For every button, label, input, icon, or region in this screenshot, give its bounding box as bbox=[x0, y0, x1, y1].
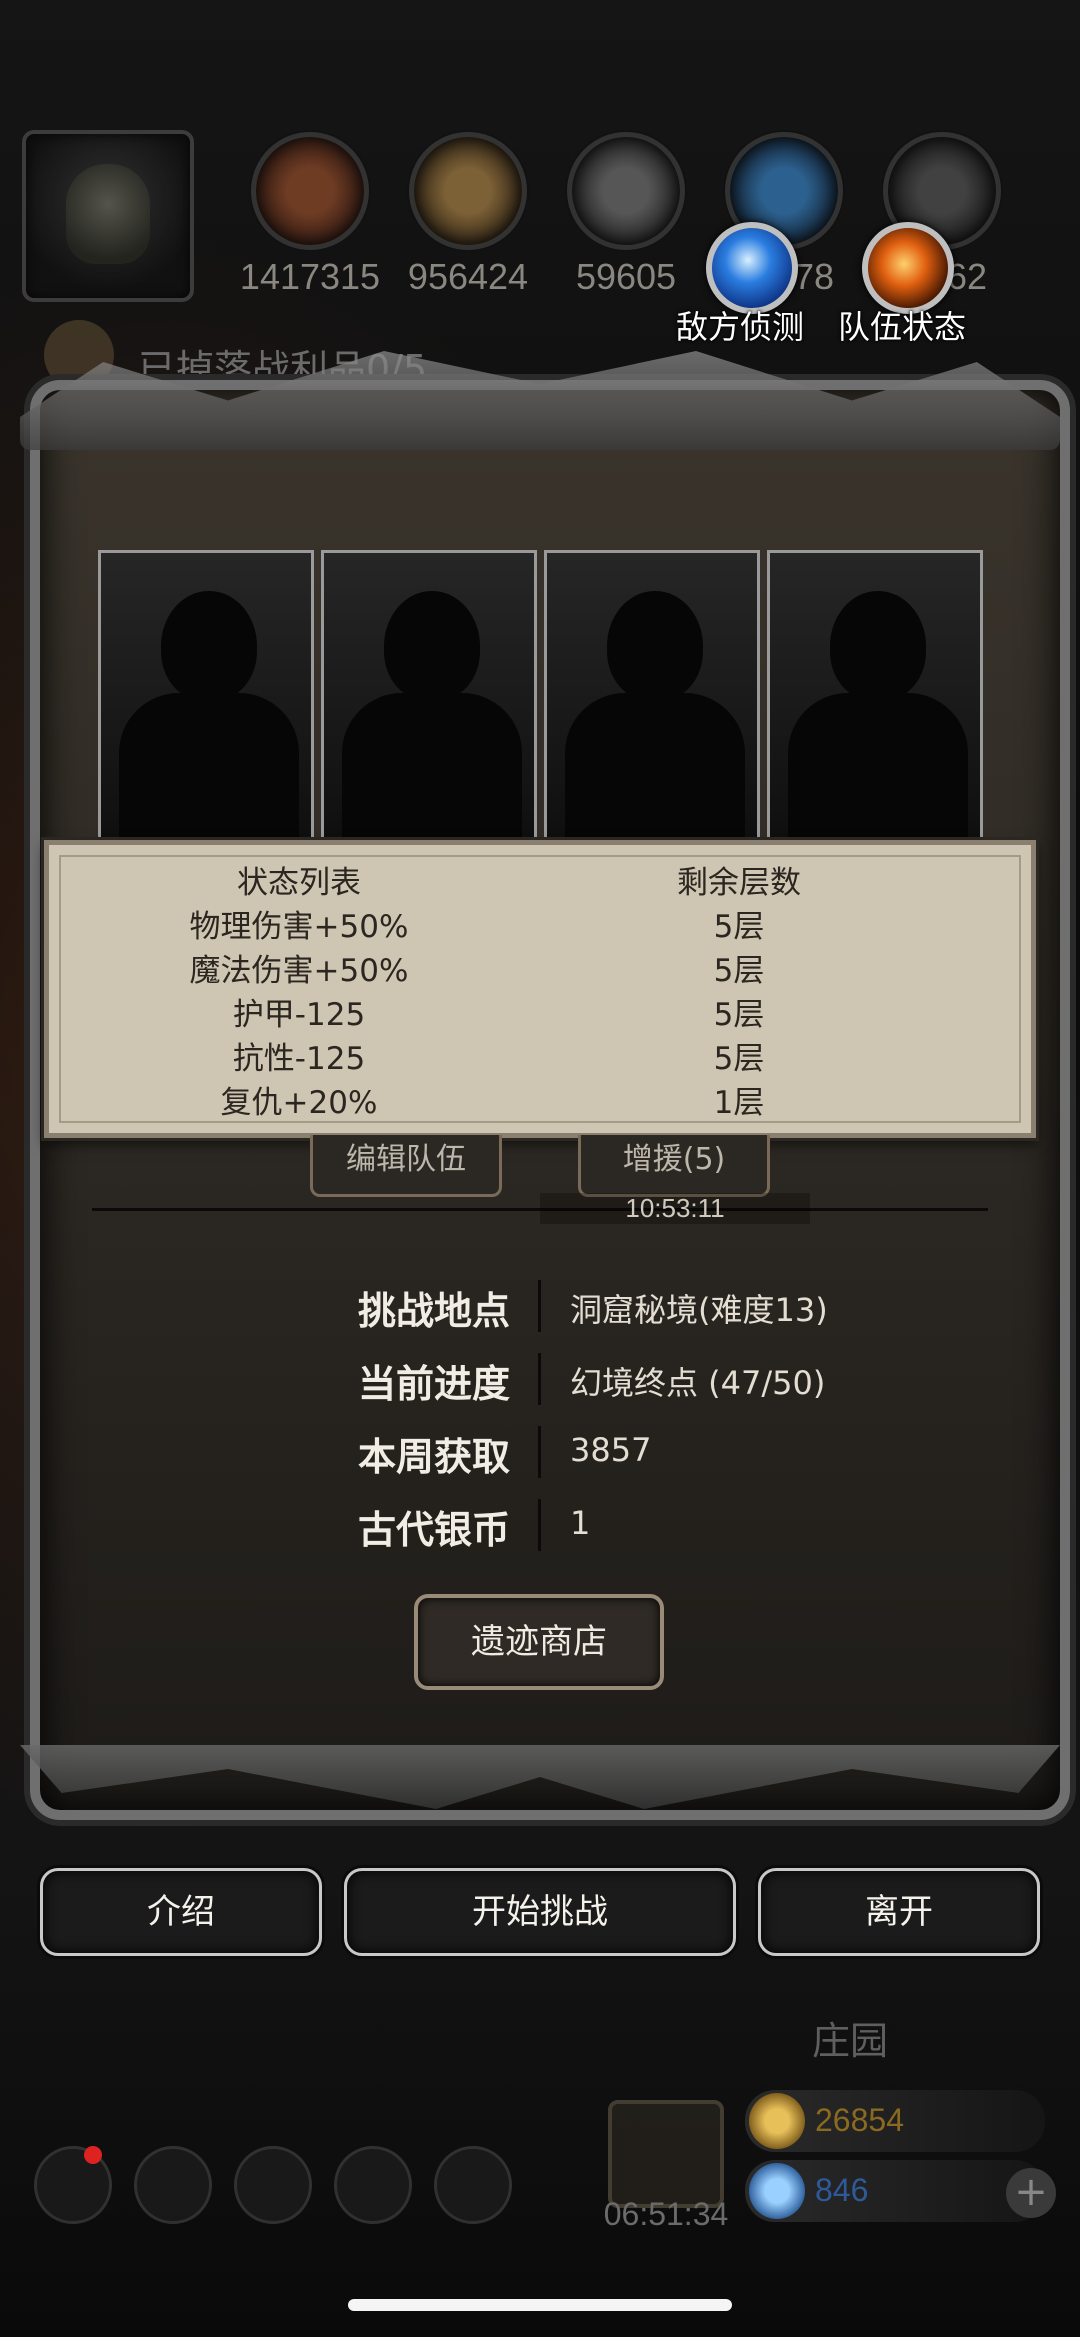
gold-amount: 26854 bbox=[815, 2102, 904, 2138]
silhouette-body bbox=[119, 693, 299, 840]
resource-iron: 59605 bbox=[546, 132, 706, 298]
info-key-location: 挑战地点 bbox=[357, 1289, 510, 1333]
enemy-scout-icon[interactable] bbox=[706, 222, 798, 314]
reinforce-timer: 10:53:11 bbox=[540, 1193, 810, 1224]
resource-meat-value: 1417315 bbox=[239, 256, 381, 297]
start-challenge-button[interactable]: 开始挑战 bbox=[344, 1868, 736, 1956]
bag-icon[interactable] bbox=[434, 2146, 512, 2224]
info-key-progress: 当前进度 bbox=[357, 1362, 510, 1406]
leave-button[interactable]: 离开 bbox=[758, 1868, 1040, 1956]
status-row-stacks: 5层 bbox=[713, 909, 765, 945]
status-row-name: 复仇+20% bbox=[220, 1085, 378, 1121]
resource-iron-value: 59605 bbox=[575, 256, 677, 297]
player-avatar[interactable] bbox=[22, 130, 194, 302]
silhouette-body bbox=[788, 693, 968, 840]
reinforce-button[interactable]: 增援(5) bbox=[578, 1135, 770, 1197]
status-row-stacks: 5层 bbox=[713, 953, 765, 989]
wood-icon bbox=[409, 132, 527, 250]
mail-icon[interactable] bbox=[334, 2146, 412, 2224]
info-value-silver: 1 bbox=[570, 1504, 591, 1542]
gem-amount: 846 bbox=[815, 2172, 869, 2208]
meat-icon bbox=[251, 132, 369, 250]
info-value-location: 洞窟秘境(难度13) bbox=[570, 1291, 828, 1329]
team-status-icon[interactable] bbox=[862, 222, 954, 314]
iron-icon bbox=[567, 132, 685, 250]
status-list-popup[interactable]: 状态列表 剩余层数 物理伤害+50% 5层 魔法伤害+50% 5层 护甲-125… bbox=[44, 840, 1036, 1138]
silhouette-icon bbox=[161, 591, 257, 701]
hero-slot-1[interactable] bbox=[98, 550, 314, 840]
status-row-name: 抗性-125 bbox=[232, 1041, 366, 1077]
hero-slot-3[interactable] bbox=[544, 550, 760, 840]
notification-dot bbox=[84, 2146, 102, 2164]
gem-icon bbox=[749, 2163, 805, 2219]
info-value-progress: 幻境终点 (47/50) bbox=[570, 1364, 826, 1402]
gold-coin-icon bbox=[749, 2093, 805, 2149]
info-separator bbox=[538, 1499, 541, 1551]
edit-team-button[interactable]: 编辑队伍 bbox=[310, 1135, 502, 1197]
relic-shop-button[interactable]: 遗迹商店 bbox=[414, 1594, 664, 1690]
hero-slot-2[interactable] bbox=[321, 550, 537, 840]
add-gems-button[interactable]: + bbox=[1006, 2168, 1056, 2218]
status-row-name: 物理伤害+50% bbox=[189, 909, 409, 945]
manor-label[interactable]: 庄园 bbox=[780, 2010, 920, 2065]
status-row-stacks: 5层 bbox=[713, 1041, 765, 1077]
info-separator bbox=[538, 1426, 541, 1478]
status-header-name: 状态列表 bbox=[237, 865, 361, 901]
gold-bar: 26854 bbox=[745, 2090, 1045, 2152]
silhouette-body bbox=[565, 693, 745, 840]
gift-timer: 06:51:34 bbox=[603, 2196, 729, 2232]
status-row-stacks: 5层 bbox=[713, 997, 765, 1033]
gift-box-icon[interactable] bbox=[608, 2100, 724, 2208]
resource-wood-value: 956424 bbox=[407, 256, 529, 297]
zombie-portrait-icon bbox=[66, 164, 150, 264]
info-separator bbox=[538, 1353, 541, 1405]
status-row-name: 魔法伤害+50% bbox=[189, 953, 409, 989]
silhouette-icon bbox=[607, 591, 703, 701]
status-row-name: 护甲-125 bbox=[232, 997, 366, 1033]
status-row-stacks: 1层 bbox=[713, 1085, 765, 1121]
resource-wood: 956424 bbox=[388, 132, 548, 298]
team-status-button[interactable]: 队伍状态 bbox=[838, 302, 966, 348]
gem-bar: 846 bbox=[745, 2160, 1045, 2222]
silhouette-icon bbox=[830, 591, 926, 701]
enemy-scout-button[interactable]: 敌方侦测 bbox=[676, 302, 804, 348]
hero-slot-4[interactable] bbox=[767, 550, 983, 840]
info-key-silver: 古代银币 bbox=[357, 1508, 510, 1552]
status-header-stacks: 剩余层数 bbox=[677, 865, 801, 901]
achievement-icon[interactable] bbox=[134, 2146, 212, 2224]
resource-meat: 1417315 bbox=[230, 132, 390, 298]
home-indicator[interactable] bbox=[348, 2299, 732, 2311]
info-value-weekly: 3857 bbox=[570, 1431, 652, 1469]
info-separator bbox=[538, 1280, 541, 1332]
intro-button[interactable]: 介绍 bbox=[40, 1868, 322, 1956]
info-key-weekly: 本周获取 bbox=[357, 1435, 510, 1479]
silhouette-body bbox=[342, 693, 522, 840]
ranking-icon[interactable] bbox=[234, 2146, 312, 2224]
silhouette-icon bbox=[384, 591, 480, 701]
